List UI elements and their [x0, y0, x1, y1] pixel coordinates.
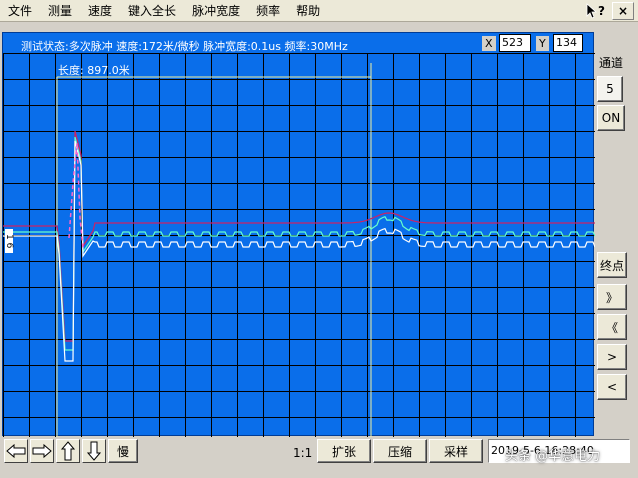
- menu-frequency[interactable]: 频率: [248, 0, 288, 22]
- right-arrow-icon: [32, 443, 52, 459]
- down-arrow-icon: [86, 441, 102, 461]
- waveform-canvas: [3, 53, 595, 437]
- left-arrow-button[interactable]: [4, 439, 28, 463]
- menu-measure[interactable]: 测量: [40, 0, 80, 22]
- menu-bar: 文件 测量 速度 键入全长 脉冲宽度 频率 帮助: [0, 0, 638, 22]
- x-coord-label: X: [482, 36, 496, 51]
- menu-pulse-width[interactable]: 脉冲宽度: [184, 0, 248, 22]
- slow-button[interactable]: 慢: [108, 439, 138, 463]
- on-button[interactable]: ON: [597, 105, 625, 131]
- endpoint-button[interactable]: 终点: [597, 252, 627, 278]
- trace-c: [3, 140, 595, 362]
- x-coord-value: 523: [499, 34, 531, 52]
- compress-button[interactable]: 压缩: [373, 439, 427, 463]
- waveform-plot[interactable]: 测试状态:多次脉冲 速度:172米/微秒 脉冲宽度:0.1us 频率:30MHz…: [2, 32, 595, 437]
- up-arrow-icon: [60, 441, 76, 461]
- step-forward-button[interactable]: >: [597, 344, 627, 370]
- menu-speed[interactable]: 速度: [80, 0, 120, 22]
- fast-back-button[interactable]: 《: [597, 314, 627, 340]
- channel-title: 通道: [599, 56, 624, 70]
- channel-marker: 1 6: [4, 229, 14, 253]
- length-readout: 长度: 897.0米: [58, 64, 130, 77]
- channel-select-button[interactable]: 5: [597, 76, 623, 102]
- svg-text:?: ?: [598, 4, 605, 18]
- expand-button[interactable]: 扩张: [317, 439, 371, 463]
- fast-forward-button[interactable]: 》: [597, 284, 627, 310]
- right-panel: 通道 5 ON 终点 》 《 > <: [595, 32, 638, 478]
- menu-help[interactable]: 帮助: [288, 0, 328, 22]
- right-arrow-button[interactable]: [30, 439, 54, 463]
- menu-file[interactable]: 文件: [0, 0, 40, 22]
- left-arrow-icon: [6, 443, 26, 459]
- app-window: 文件 测量 速度 键入全长 脉冲宽度 频率 帮助 ? × 测试状态:多次脉冲 速…: [0, 0, 638, 478]
- bottom-toolbar: 慢 1:1 扩张 压缩 采样 2019-5-6 16:28:40 头条 @华意电…: [0, 437, 638, 478]
- close-button[interactable]: ×: [612, 2, 634, 20]
- y-coord-value: 134: [553, 34, 583, 52]
- down-arrow-button[interactable]: [82, 439, 106, 463]
- menu-enter-length[interactable]: 键入全长: [120, 0, 184, 22]
- test-status-text: 测试状态:多次脉冲 速度:172米/微秒 脉冲宽度:0.1us 频率:30MHz: [21, 40, 348, 53]
- step-back-button[interactable]: <: [597, 374, 627, 400]
- context-help-icon[interactable]: ?: [584, 1, 608, 21]
- up-arrow-button[interactable]: [56, 439, 80, 463]
- datetime-display: 2019-5-6 16:28:40: [488, 439, 630, 463]
- sample-button[interactable]: 采样: [429, 439, 483, 463]
- y-coord-label: Y: [536, 36, 549, 51]
- zoom-ratio: 1:1: [293, 446, 313, 460]
